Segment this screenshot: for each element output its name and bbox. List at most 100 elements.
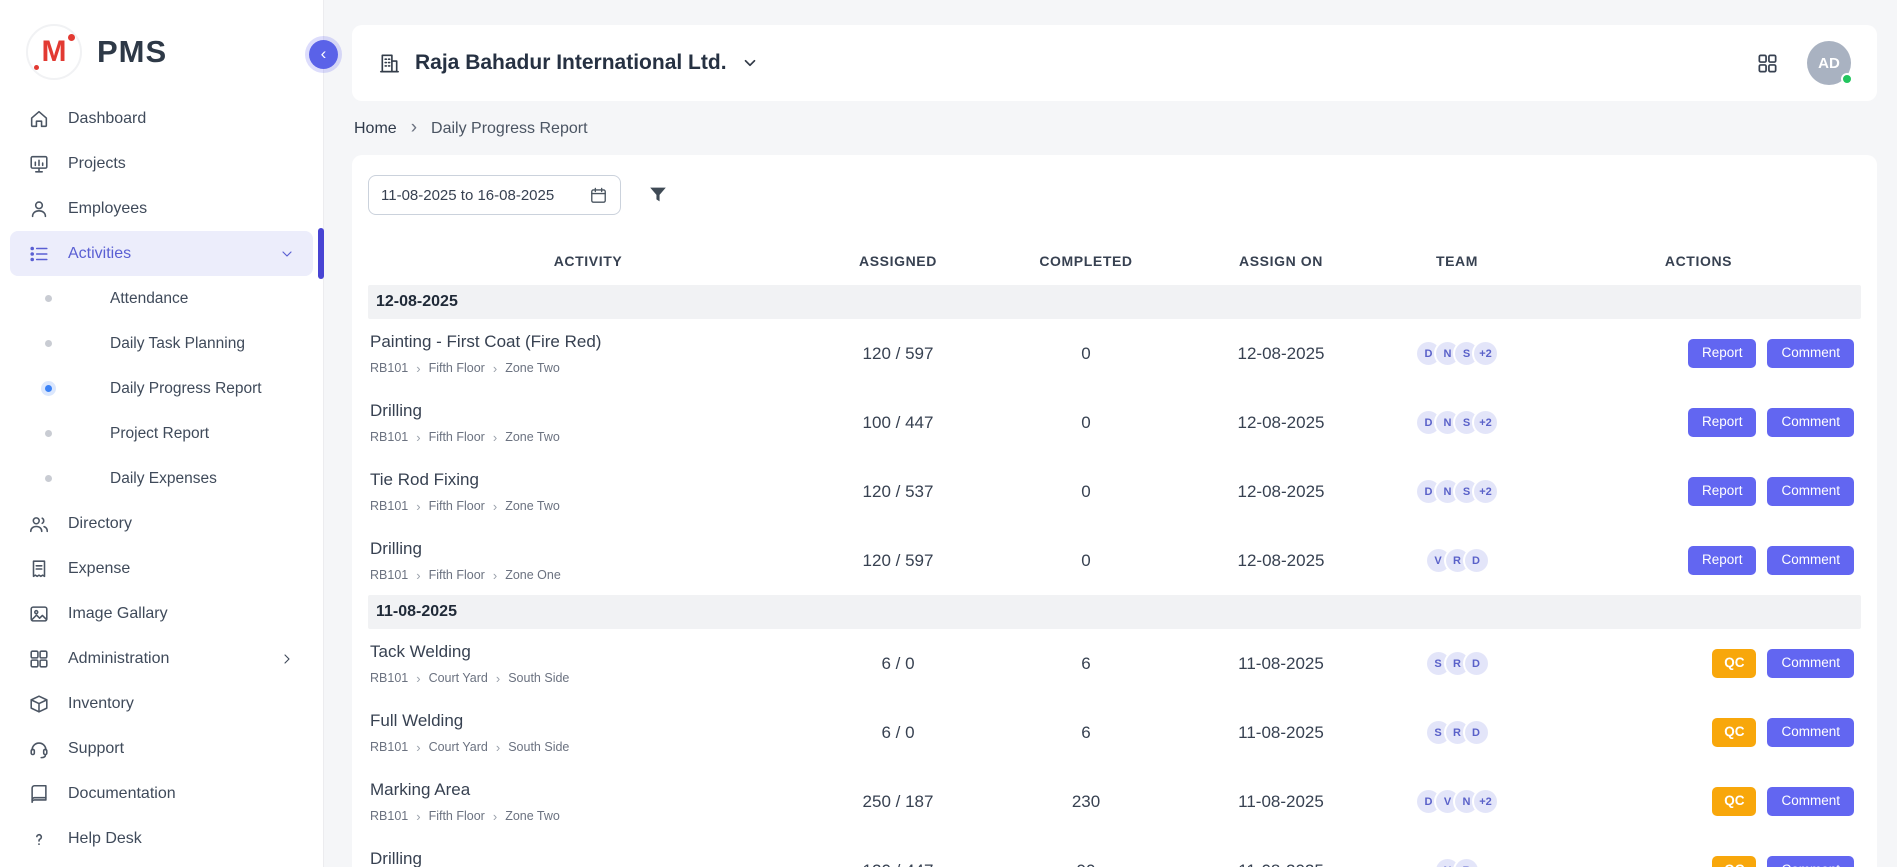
path-segment: Zone Two [505,430,560,444]
sidebar-subitem-label: Daily Progress Report [110,380,262,398]
chevron-right-icon: › [493,431,497,444]
comment-button[interactable]: Comment [1767,649,1854,678]
sidebar-subitem-project-report[interactable]: Project Report [0,411,323,456]
sidebar-item-inventory[interactable]: Inventory [10,681,313,726]
row-actions: Report Comment [1536,408,1861,437]
sidebar-item-employees[interactable]: Employees [10,186,313,231]
qc-button[interactable]: QC [1712,787,1756,816]
bullet-icon [45,475,52,482]
row-actions: Report Comment [1536,477,1861,506]
employees-icon [28,198,50,220]
chevron-right-icon: › [416,362,420,375]
apps-grid-icon[interactable] [1756,52,1779,75]
date-group-header: 12-08-2025 [368,285,1861,319]
user-avatar[interactable]: AD [1807,41,1851,85]
sidebar-nav: Dashboard Projects Employees Activities Atte… [0,94,323,861]
chevron-right-icon [279,651,295,667]
company-selector[interactable]: Raja Bahadur International Ltd. [378,51,759,75]
sidebar-item-label: Activities [68,245,131,263]
sidebar-item-label: Image Gallary [68,605,168,623]
activity-path: RB101›Fifth Floor›Zone Two [370,361,808,375]
building-icon [378,52,401,75]
team-avatars: VRD [1378,547,1536,574]
path-segment: Zone One [505,568,561,582]
sidebar-item-support[interactable]: Support [10,726,313,771]
chevron-right-icon: › [416,810,420,823]
comment-button[interactable]: Comment [1767,339,1854,368]
chevron-right-icon: › [416,500,420,513]
report-button[interactable]: Report [1688,546,1757,575]
qc-button[interactable]: QC [1712,649,1756,678]
sidebar-item-expense[interactable]: Expense [10,546,313,591]
date-range-input[interactable]: 11-08-2025 to 16-08-2025 [368,175,621,215]
activity-row: Tie Rod Fixing RB101›Fifth Floor›Zone Tw… [368,457,1861,526]
breadcrumb: Home › Daily Progress Report [352,101,1877,155]
team-avatars: NR [1378,857,1536,867]
completed-value: 0 [988,413,1184,433]
path-segment: Zone Two [505,361,560,375]
helpdesk-icon [28,828,50,850]
completed-value: 6 [988,654,1184,674]
sidebar-item-activities[interactable]: Activities [10,231,313,276]
comment-button[interactable]: Comment [1767,477,1854,506]
activity-title: Marking Area [370,780,808,800]
completed-value: 0 [988,344,1184,364]
comment-button[interactable]: Comment [1767,546,1854,575]
chevron-right-icon: › [411,118,417,139]
sidebar-subitem-daily-expenses[interactable]: Daily Expenses [0,456,323,501]
comment-button[interactable]: Comment [1767,408,1854,437]
qc-button[interactable]: QC [1712,856,1756,867]
activity-row: Full Welding RB101›Court Yard›South Side… [368,698,1861,767]
sidebar-item-label: Dashboard [68,110,146,128]
comment-button[interactable]: Comment [1767,787,1854,816]
sidebar-item-documentation[interactable]: Documentation [10,771,313,816]
team-extra-count[interactable]: +2 [1472,788,1499,815]
logo-m-icon: M [26,24,82,80]
report-button[interactable]: Report [1688,408,1757,437]
report-button[interactable]: Report [1688,339,1757,368]
sidebar-subitem-daily-task-planning[interactable]: Daily Task Planning [0,321,323,366]
sidebar-item-administration[interactable]: Administration [10,636,313,681]
path-segment: Fifth Floor [429,430,485,444]
assigned-value: 120 / 537 [808,482,988,502]
activity-row: Tack Welding RB101›Court Yard›South Side… [368,629,1861,698]
assigned-value: 250 / 187 [808,792,988,812]
path-segment: Fifth Floor [429,361,485,375]
filter-funnel-icon[interactable] [647,184,669,206]
assigned-value: 6 / 0 [808,654,988,674]
comment-button[interactable]: Comment [1767,718,1854,747]
comment-button[interactable]: Comment [1767,856,1854,867]
calendar-icon [589,186,608,205]
team-extra-count[interactable]: +2 [1472,478,1499,505]
main-area: Raja Bahadur International Ltd. AD Home … [324,0,1897,867]
sidebar-item-label: Employees [68,200,147,218]
administration-icon [28,648,50,670]
team-extra-count[interactable]: +2 [1472,409,1499,436]
sidebar-collapse-button[interactable]: ‹ [309,40,338,69]
team-avatars: DNS+2 [1378,409,1536,436]
support-icon [28,738,50,760]
team-extra-count[interactable]: +2 [1472,340,1499,367]
team-avatar: R [1453,857,1480,867]
assigned-value: 120 / 597 [808,344,988,364]
team-avatar: D [1463,650,1490,677]
sidebar-item-image-gallary[interactable]: Image Gallary [10,591,313,636]
report-button[interactable]: Report [1688,477,1757,506]
path-segment: RB101 [370,361,408,375]
chevron-right-icon: › [493,569,497,582]
topbar: Raja Bahadur International Ltd. AD [352,25,1877,101]
sidebar-item-help-desk[interactable]: Help Desk [10,816,313,861]
chevron-right-icon: › [496,672,500,685]
sidebar-item-dashboard[interactable]: Dashboard [10,96,313,141]
sidebar-subitem-daily-progress-report[interactable]: Daily Progress Report [0,366,323,411]
logo-row: M PMS [0,16,323,94]
qc-button[interactable]: QC [1712,718,1756,747]
sidebar-item-directory[interactable]: Directory [10,501,313,546]
avatar-initials: AD [1818,55,1840,72]
company-name: Raja Bahadur International Ltd. [415,51,727,75]
activity-path: RB101›Fifth Floor›Zone Two [370,499,808,513]
breadcrumb-home[interactable]: Home [354,120,397,138]
sidebar-subitem-attendance[interactable]: Attendance [0,276,323,321]
sidebar-item-projects[interactable]: Projects [10,141,313,186]
bullet-icon [45,385,52,392]
